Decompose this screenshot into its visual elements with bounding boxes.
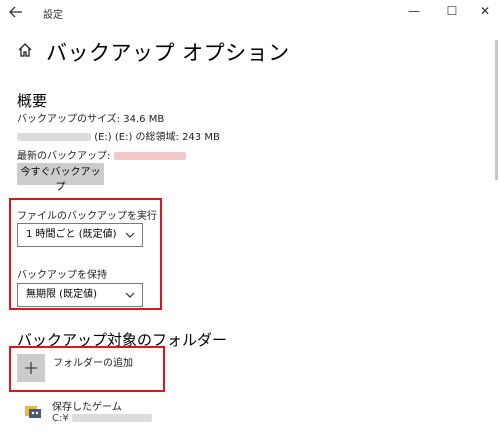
- home-icon[interactable]: [17, 42, 33, 58]
- run-backup-select[interactable]: 1 時間ごと (既定値): [17, 223, 143, 247]
- chevron-down-icon: [125, 292, 135, 298]
- add-folder-button[interactable]: フォルダーの追加: [17, 354, 157, 384]
- scrollbar[interactable]: [495, 40, 498, 180]
- redacted-latest-date: [113, 152, 186, 160]
- page-title: バックアップ オプション: [46, 41, 290, 65]
- run-backup-label: ファイルのバックアップを実行: [17, 211, 157, 222]
- backup-size: バックアップのサイズ: 34.6 MB: [17, 114, 165, 125]
- back-arrow-icon[interactable]: [8, 4, 24, 18]
- latest-backup-label: 最新のバックアップ:: [17, 151, 111, 162]
- plus-icon: [25, 362, 37, 374]
- add-folder-label: フォルダーの追加: [53, 358, 133, 369]
- minimize-button[interactable]: —: [405, 2, 423, 20]
- chevron-down-icon: [125, 232, 135, 238]
- folder-item[interactable]: 保存したゲーム C:¥: [17, 398, 217, 432]
- folder-item-path: C:¥: [52, 413, 152, 424]
- redacted-drive-name: [17, 133, 91, 141]
- overview-heading: 概要: [17, 92, 48, 110]
- backup-now-button[interactable]: 今すぐバックアップ: [17, 163, 104, 193]
- close-button[interactable]: ✕: [476, 2, 494, 20]
- maximize-button[interactable]: ☐: [443, 2, 461, 20]
- keep-backup-select[interactable]: 無期限 (既定値): [17, 283, 143, 307]
- drive-line-text: (E:) (E:) の総領域: 243 MB: [94, 132, 220, 143]
- window-title: 設定: [43, 10, 63, 21]
- drive-info: (E:) (E:) の総領域: 243 MB: [17, 128, 220, 143]
- add-folder-tile: [17, 354, 45, 382]
- saved-games-icon: [24, 402, 42, 420]
- keep-backup-selected-value: 無期限 (既定値): [26, 289, 97, 300]
- folder-item-name: 保存したゲーム: [52, 402, 122, 413]
- latest-backup: 最新のバックアップ:: [17, 147, 186, 162]
- run-backup-selected-value: 1 時間ごと (既定値): [26, 229, 117, 240]
- folder-item-path-prefix: C:¥: [52, 413, 69, 424]
- redacted-path: [71, 414, 152, 422]
- keep-backup-label: バックアップを保持: [17, 270, 107, 281]
